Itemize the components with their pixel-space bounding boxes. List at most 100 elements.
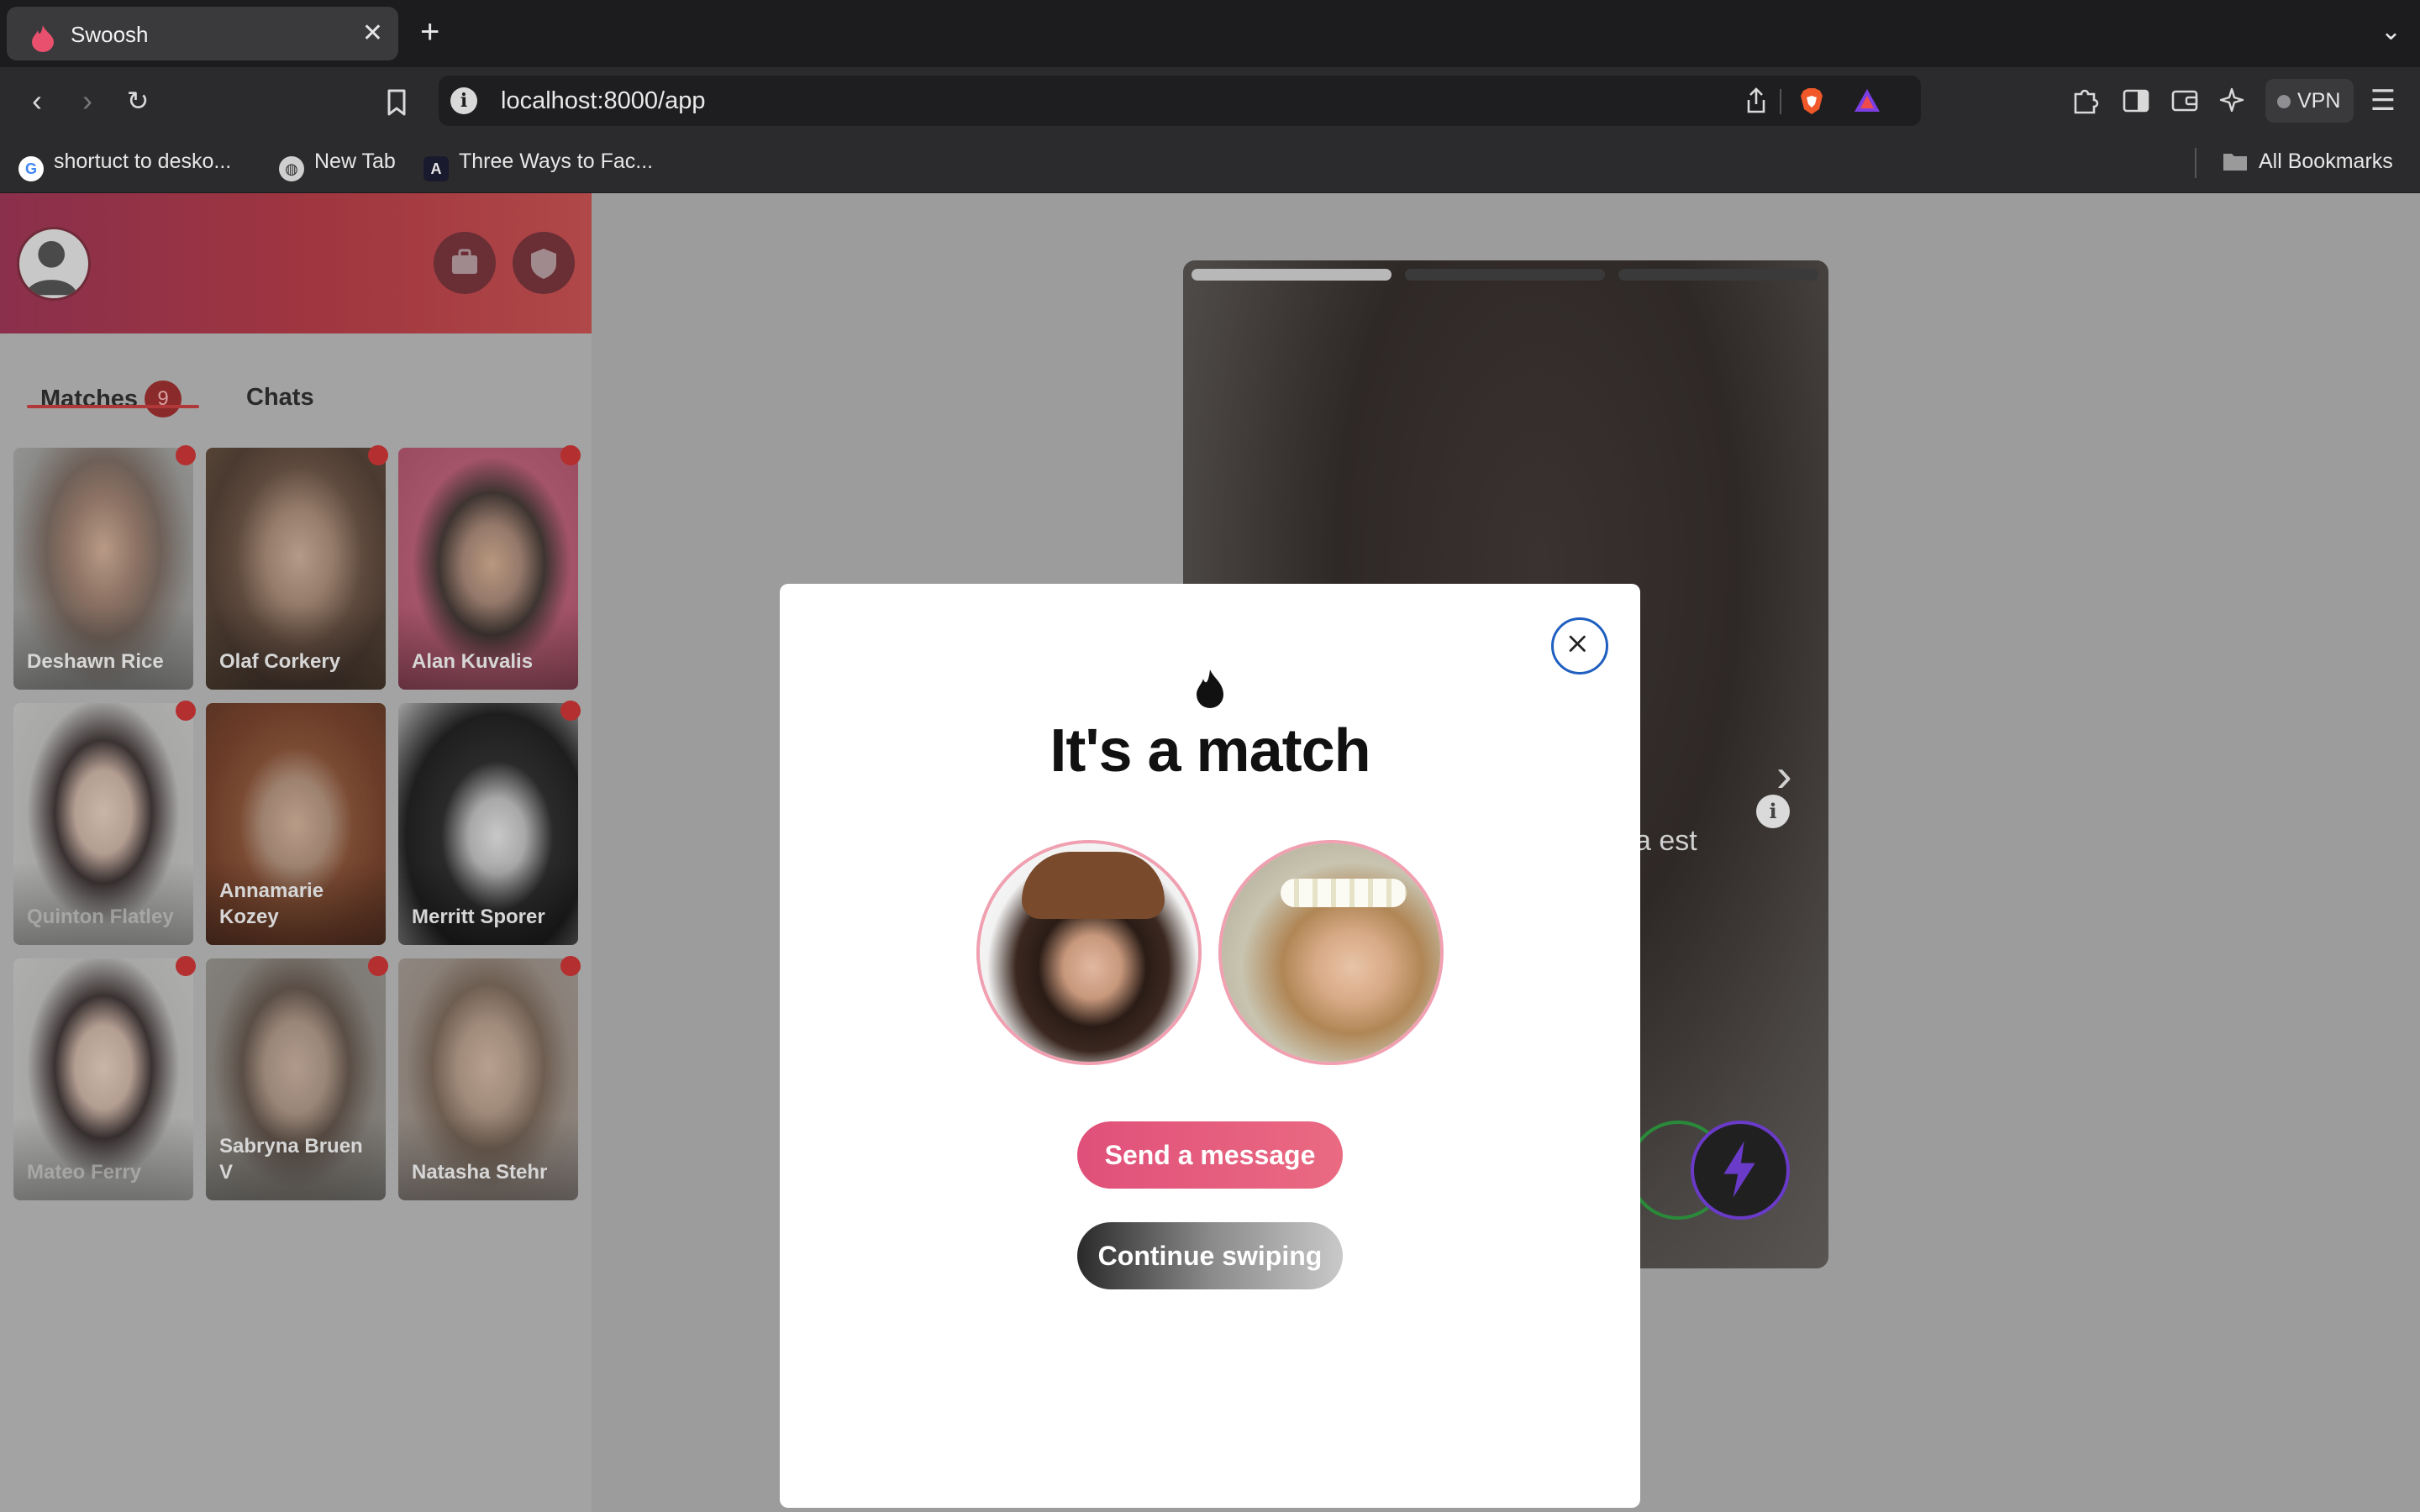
- main-menu-icon[interactable]: ☰: [2365, 82, 2402, 119]
- unread-dot: [176, 956, 196, 976]
- shield-icon: [531, 249, 556, 279]
- card-shade: [13, 606, 193, 690]
- browser-tab-strip: Swoosh ✕ + ⌄: [0, 0, 2420, 67]
- profile-info-icon[interactable]: i: [1756, 795, 1790, 828]
- match-card[interactable]: Alan Kuvalis: [398, 448, 578, 690]
- all-bookmarks-label: All Bookmarks: [2259, 150, 2393, 173]
- brave-shields-icon[interactable]: [1797, 86, 1827, 116]
- avatar[interactable]: [17, 227, 91, 301]
- match-card[interactable]: Merritt Sporer: [398, 703, 578, 945]
- tab-list-chevron-icon[interactable]: ⌄: [2381, 17, 2402, 46]
- match-card[interactable]: Mateo Ferry: [13, 958, 193, 1200]
- reload-icon[interactable]: ↻: [119, 82, 156, 119]
- sidebar-toggle-icon[interactable]: [2118, 82, 2154, 119]
- address-bar[interactable]: i localhost:8000/app: [439, 76, 1921, 126]
- match-name: Olaf Corkery: [219, 650, 341, 673]
- match-title: It's a match: [1050, 717, 1370, 785]
- a-logo-icon: A: [424, 156, 449, 181]
- app-viewport: Matches 9 Chats Deshawn Rice Olaf Corkery…: [0, 193, 2420, 1512]
- url-text: localhost:8000/app: [501, 87, 706, 114]
- tab-title: Swoosh: [71, 22, 149, 47]
- bookmark-item-3[interactable]: A Three Ways to Fac...: [424, 150, 653, 181]
- match-name: Merritt Sporer: [412, 906, 545, 928]
- vpn-status-icon: [2277, 95, 2291, 108]
- browser-toolbar: ‹ › ↻ i localhost:8000/app VPN ☰: [0, 67, 2420, 134]
- photo-progress-segment: [1618, 269, 1818, 281]
- folder-icon: [2223, 154, 2247, 171]
- card-shade: [13, 861, 193, 945]
- match-name: Natasha Stehr: [412, 1161, 548, 1184]
- tab-matches[interactable]: Matches 9: [40, 381, 182, 417]
- all-bookmarks[interactable]: All Bookmarks: [2222, 150, 2393, 174]
- unread-dot: [176, 445, 196, 465]
- match-modal: It's a match Send a message Continue swi…: [780, 584, 1640, 1508]
- tab-chats[interactable]: Chats: [246, 384, 314, 412]
- unread-dot: [560, 445, 581, 465]
- globe-icon: ◍: [279, 156, 304, 181]
- wallet-icon[interactable]: [2166, 82, 2203, 119]
- match-name: Alan Kuvalis: [412, 650, 534, 673]
- share-icon[interactable]: [1741, 86, 1771, 116]
- match-card[interactable]: Quinton Flatley: [13, 703, 193, 945]
- match-card[interactable]: Sabryna Bruen V: [206, 958, 386, 1200]
- flame-logo-icon: [1197, 669, 1223, 708]
- browser-tab[interactable]: Swoosh ✕: [7, 7, 398, 60]
- match-name: Sabryna Bruen V: [219, 1135, 363, 1184]
- google-icon: G: [18, 156, 44, 181]
- hat-shape: [1022, 852, 1165, 919]
- card-shade: [398, 1116, 578, 1200]
- new-tab-icon[interactable]: +: [420, 12, 439, 52]
- unread-dot: [560, 956, 581, 976]
- match-name: Mateo Ferry: [27, 1161, 142, 1184]
- matches-count-badge: 9: [145, 381, 182, 417]
- site-info-icon[interactable]: i: [450, 87, 477, 114]
- continue-swiping-button[interactable]: Continue swiping: [1077, 1222, 1343, 1289]
- match-card[interactable]: Deshawn Rice: [13, 448, 193, 690]
- briefcase-button[interactable]: [434, 232, 496, 294]
- swoosh-favicon-icon: [32, 25, 54, 52]
- bookmark-icon[interactable]: [380, 86, 413, 119]
- tab-matches-label: Matches: [40, 386, 139, 412]
- photo-progress-segment: [1405, 269, 1605, 281]
- card-shade: [206, 606, 386, 690]
- match-profile-photo: [1218, 840, 1444, 1065]
- unread-dot: [368, 956, 388, 976]
- photo-fill: [1222, 843, 1440, 1062]
- sidebar: Matches 9 Chats Deshawn Rice Olaf Corkery…: [0, 193, 592, 1512]
- unread-dot: [368, 445, 388, 465]
- extensions-icon[interactable]: [2067, 82, 2104, 119]
- match-card[interactable]: Annamarie Kozey: [206, 703, 386, 945]
- boost-button[interactable]: [1691, 1121, 1790, 1220]
- unread-dot: [176, 701, 196, 721]
- match-name: Annamarie Kozey: [219, 879, 324, 928]
- back-icon[interactable]: ‹: [18, 82, 55, 119]
- bookmark-item-1[interactable]: Gshortuct to desko...: [18, 150, 231, 181]
- match-card[interactable]: Natasha Stehr: [398, 958, 578, 1200]
- active-tab-indicator: [27, 405, 199, 408]
- brave-rewards-icon[interactable]: [1852, 86, 1882, 116]
- bookmark-label: Three Ways to Fac...: [459, 150, 654, 173]
- bookmark-label: shortuct to desko...: [54, 150, 232, 173]
- photo-progress-segment: [1192, 269, 1392, 281]
- vpn-button[interactable]: VPN: [2265, 79, 2354, 123]
- next-photo-chevron-icon[interactable]: ›: [1776, 748, 1792, 802]
- bookmark-item-2[interactable]: ◍ New Tab: [279, 150, 396, 181]
- my-profile-photo: [976, 840, 1202, 1065]
- vpn-label: VPN: [2297, 89, 2341, 113]
- shield-button[interactable]: [513, 232, 575, 294]
- user-silhouette-icon: [25, 240, 77, 296]
- send-message-button[interactable]: Send a message: [1077, 1121, 1343, 1189]
- briefcase-icon: [452, 249, 477, 274]
- urlbar-divider: [1780, 89, 1781, 114]
- lightning-icon: [1723, 1141, 1755, 1198]
- tab-close-icon[interactable]: ✕: [362, 18, 383, 48]
- card-shade: [398, 861, 578, 945]
- match-card[interactable]: Olaf Corkery: [206, 448, 386, 690]
- close-button[interactable]: [1551, 617, 1608, 675]
- leo-ai-icon[interactable]: [2215, 82, 2252, 119]
- tab-chats-label: Chats: [246, 384, 314, 411]
- forward-icon[interactable]: ›: [69, 82, 106, 119]
- close-icon: [1569, 635, 1586, 652]
- bookmarks-bar: Gshortuct to desko... ◍ New Tab A Three Wa…: [0, 134, 2420, 193]
- match-name: Deshawn Rice: [27, 650, 164, 673]
